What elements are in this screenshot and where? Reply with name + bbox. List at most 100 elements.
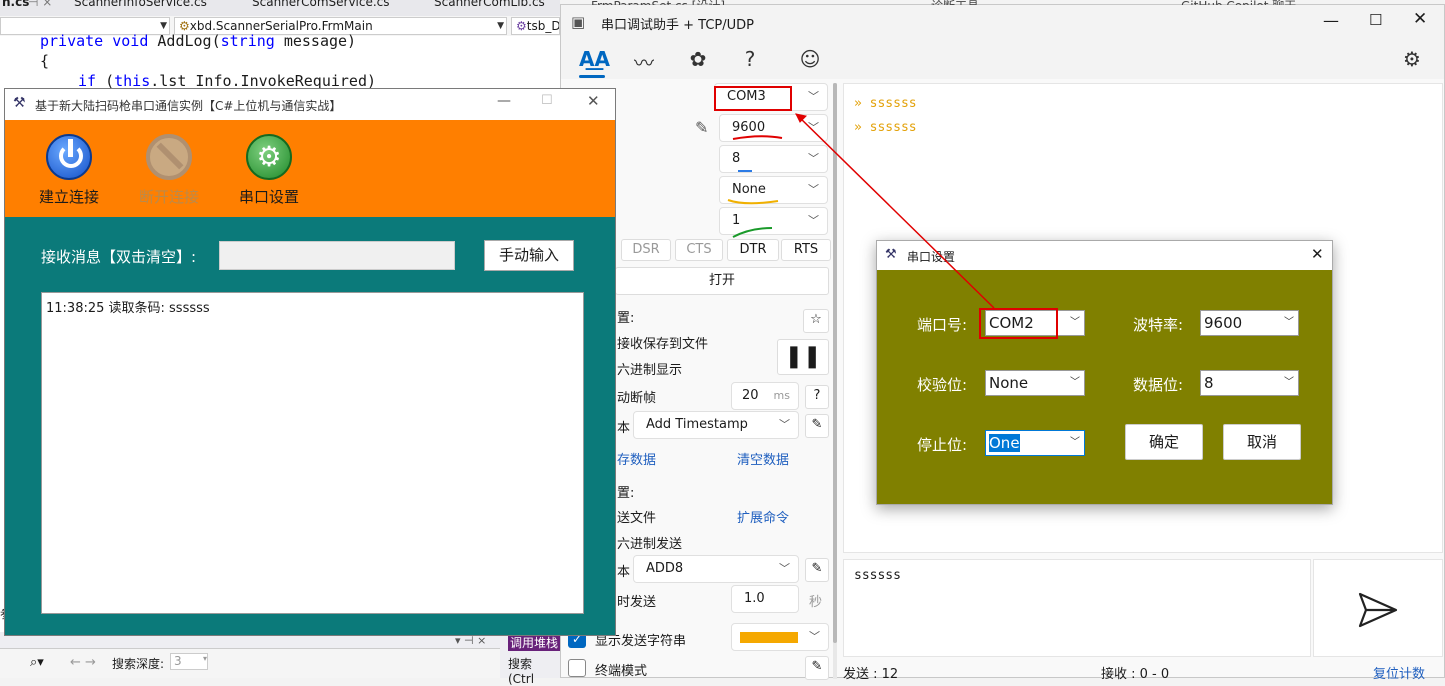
vs-tab[interactable]: ScannerComService.cs (252, 0, 390, 9)
log-entry[interactable]: 11:38:25 读取条码: ssssss (46, 297, 579, 316)
checksum-label: 本 (617, 565, 631, 580)
connect-button[interactable]: 建立连接 (29, 134, 109, 207)
log-listbox[interactable]: 11:38:25 读取条码: ssssss (41, 292, 584, 614)
dsr-button[interactable]: DSR (621, 239, 671, 261)
edit-icon[interactable]: ✎ (805, 656, 829, 680)
interval-input[interactable]: 1.0 (731, 585, 799, 613)
font-icon[interactable]: A͟A (579, 47, 610, 73)
maximize-icon[interactable]: ☐ (541, 93, 553, 108)
hex-display-option[interactable]: 六进制显示 (617, 359, 682, 378)
timed-send-option[interactable]: 时发送 (617, 591, 656, 610)
star-icon[interactable]: ☆ (803, 309, 829, 333)
port-settings-label: 串口设置 (238, 188, 299, 206)
dialog-databits-select[interactable]: 8 ﹀ (1200, 370, 1299, 396)
receive-input[interactable] (219, 241, 455, 270)
port-label: 端口号: (917, 316, 968, 334)
send-button[interactable] (1313, 559, 1443, 657)
dialog-stopbits-select[interactable]: One ﹀ (985, 430, 1085, 456)
terminal-mode-option[interactable]: 终端模式 (595, 660, 647, 679)
rts-button[interactable]: RTS (781, 239, 831, 261)
manual-input-button[interactable]: 手动输入 (484, 240, 574, 271)
reset-count-link[interactable]: 复位计数 (1373, 663, 1425, 682)
pen-icon[interactable]: ✎ (695, 118, 708, 137)
baud-select[interactable]: 9600 ﹀ (719, 114, 828, 142)
send-file-option[interactable]: 送文件 (617, 507, 656, 526)
color-swatch (740, 632, 798, 643)
call-stack-tab[interactable]: 调用堆栈 (508, 634, 560, 651)
scrollbar[interactable] (833, 83, 837, 679)
plugin-icon[interactable]: ✿ (685, 47, 711, 73)
disconnect-button[interactable]: 断开连接 (129, 134, 209, 207)
vs-member-combo-value: tsb_D (526, 19, 560, 33)
disabled-icon (146, 134, 192, 180)
send-color-picker[interactable]: ﹀ (731, 623, 829, 651)
dialog-stopbits-value: One (989, 434, 1020, 452)
close-icon[interactable]: ✕ (1413, 9, 1427, 29)
edit-icon[interactable]: ✎ (805, 558, 829, 582)
stopbits-label: 停止位: (917, 436, 968, 454)
close-icon[interactable]: ✕ (1311, 245, 1324, 263)
dtr-button[interactable]: DTR (727, 239, 779, 261)
parity-value: None (732, 182, 766, 197)
active-tab-indicator (579, 75, 605, 78)
timestamp-select[interactable]: Add Timestamp ﹀ (633, 411, 799, 439)
settings-gear-icon[interactable]: ⚙ (1399, 47, 1425, 73)
auto-frame-option[interactable]: 动断帧 (617, 387, 656, 406)
databits-select[interactable]: 8 ﹀ (719, 145, 828, 173)
ext-command-link[interactable]: 扩展命令 (737, 507, 789, 526)
close-icon[interactable]: ✕ (587, 92, 600, 110)
ok-button[interactable]: 确定 (1125, 424, 1203, 460)
code-text: AddLog( (148, 32, 221, 50)
cancel-button[interactable]: 取消 (1223, 424, 1301, 460)
save-to-file-option[interactable]: 接收保存到文件 (617, 333, 708, 352)
send-settings-heading: 置: (617, 486, 635, 501)
checksum-select[interactable]: ADD8 ﹀ (633, 555, 799, 583)
databits-value: 8 (732, 151, 741, 166)
checkbox-unchecked-icon[interactable] (568, 659, 586, 677)
minimize-icon[interactable]: — (497, 93, 511, 109)
send-input[interactable]: ssssss (843, 559, 1311, 657)
search-icon[interactable]: ⌕▾ (30, 655, 44, 670)
annotation-red-box (714, 86, 792, 111)
cts-button[interactable]: CTS (675, 239, 723, 261)
baud-label: 波特率: (1133, 316, 1184, 334)
dialog-baud-select[interactable]: 9600 ﹀ (1200, 310, 1299, 336)
helper-toolbar: A͟A 〰 ✿ ? ☺ ⚙ (561, 39, 1444, 79)
smiley-icon[interactable]: ☺ (797, 47, 823, 73)
disconnect-label: 断开连接 (138, 188, 199, 206)
parity-select[interactable]: None ﹀ (719, 176, 828, 204)
recv-count: 接收 : 0 - 0 (1101, 667, 1170, 682)
help-icon[interactable]: ? (805, 385, 829, 409)
class-icon: ⚙ (179, 19, 190, 33)
chevron-down-icon: ﹀ (808, 121, 819, 134)
clear-data-link[interactable]: 清空数据 (737, 449, 789, 468)
stopbits-select[interactable]: 1 ﹀ (719, 207, 828, 235)
frame-ms-value: 20 (742, 388, 759, 403)
save-data-link[interactable]: 存数据 (617, 449, 656, 468)
vs-tab[interactable]: ScannerInfoService.cs (74, 0, 207, 9)
open-port-button[interactable]: 打开 (615, 267, 829, 295)
minimize-icon[interactable]: — (1323, 11, 1339, 30)
waveform-icon[interactable]: 〰 (631, 47, 657, 75)
chevron-down-icon: ﹀ (808, 214, 819, 227)
helper-titlebar: ▣ 串口调试助手 + TCP/UDP — ☐ ✕ (561, 5, 1444, 39)
help-icon[interactable]: ? (737, 47, 763, 73)
edit-icon[interactable]: ✎ (805, 414, 829, 438)
baud-value: 9600 (732, 120, 766, 135)
vs-tab-close-icon[interactable]: ⊣ × (28, 0, 52, 9)
search-depth-select[interactable]: 3 ▾ (170, 653, 208, 670)
vs-tab[interactable]: ScannerComLib.cs (434, 0, 545, 9)
hex-send-option[interactable]: 六进制发送 (617, 533, 682, 552)
serial-port-icon: ▣ (571, 13, 586, 31)
chevron-down-icon: ﹀ (1070, 377, 1080, 388)
dialog-parity-select[interactable]: None ﹀ (985, 370, 1085, 396)
port-settings-button[interactable]: ⚙ 串口设置 (229, 134, 309, 207)
app-wrench-icon: ⚒ (885, 247, 897, 262)
nav-arrows-icon[interactable]: ← → (70, 655, 96, 670)
maximize-icon[interactable]: ☐ (1369, 11, 1382, 29)
search-ctrl-field[interactable]: 搜索(Ctrl (508, 655, 534, 686)
vs-tab-active[interactable]: n.cs (2, 0, 29, 9)
vs-member-combo[interactable]: ⚙tsb_D (511, 17, 560, 35)
pause-icon[interactable]: ❚❚ (777, 339, 829, 375)
frame-ms-input[interactable]: 20 ms (731, 382, 799, 410)
